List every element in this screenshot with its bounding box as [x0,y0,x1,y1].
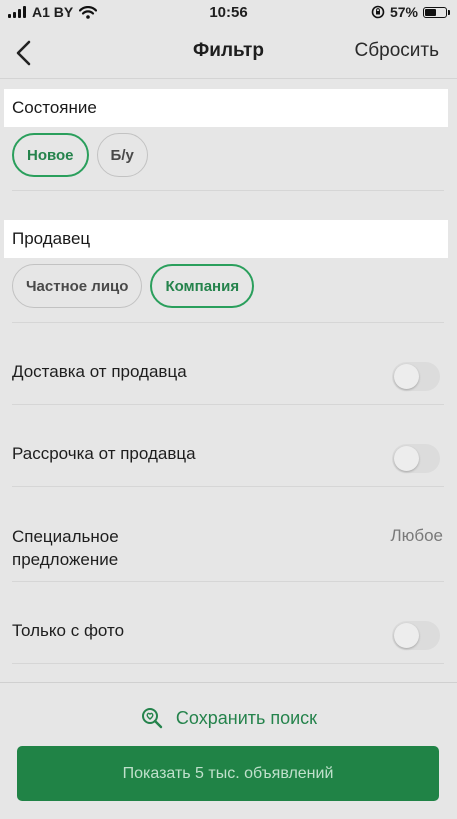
seller-header-label: Продавец [12,229,91,248]
seller-header: Продавец [4,220,448,258]
divider [12,322,444,323]
special-offer-label-line1: Специальное [12,527,119,546]
footer-divider [0,682,457,683]
divider [12,486,444,487]
reset-button[interactable]: Сбросить [355,40,439,62]
installment-label: Рассрочка от продавца [12,444,196,463]
installment-toggle[interactable] [392,444,440,473]
condition-header-label: Состояние [12,98,97,117]
special-offer-label-line2: предложение [12,550,119,569]
back-button[interactable] [10,38,40,68]
special-offer-value[interactable]: Любое [390,526,443,546]
delivery-toggle[interactable] [392,362,440,391]
chevron-left-icon [16,40,31,66]
nav-bar: Фильтр Сбросить [0,26,457,79]
divider [12,663,444,664]
divider [12,404,444,405]
battery-level [425,8,436,16]
photo-only-label: Только с фото [12,621,125,640]
show-results-label: Показать 5 тыс. объявлений [122,764,334,782]
show-results-button[interactable]: Показать 5 тыс. объявлений [17,746,439,801]
divider [12,581,444,582]
battery-icon [423,6,450,18]
condition-chips: Новое Б/у [12,133,148,177]
status-right: 57% [371,4,450,20]
save-search-label: Сохранить поиск [175,707,318,728]
delivery-label: Доставка от продавца [12,362,187,381]
save-search-button[interactable]: Сохранить поиск [0,704,457,732]
battery-percent: 57% [389,4,418,20]
divider [12,190,444,191]
chip-private-person[interactable]: Частное лицо [12,264,143,308]
chip-used[interactable]: Б/у [96,133,148,177]
status-bar: A1 BY 10:56 57% [0,0,457,26]
heart-search-icon [141,708,163,729]
chip-new[interactable]: Новое [12,133,89,177]
orientation-lock-icon [371,5,385,19]
photo-only-toggle[interactable] [392,621,440,650]
seller-chips: Частное лицо Компания [12,264,255,308]
chip-company[interactable]: Компания [150,264,255,308]
condition-header: Состояние [4,89,448,127]
